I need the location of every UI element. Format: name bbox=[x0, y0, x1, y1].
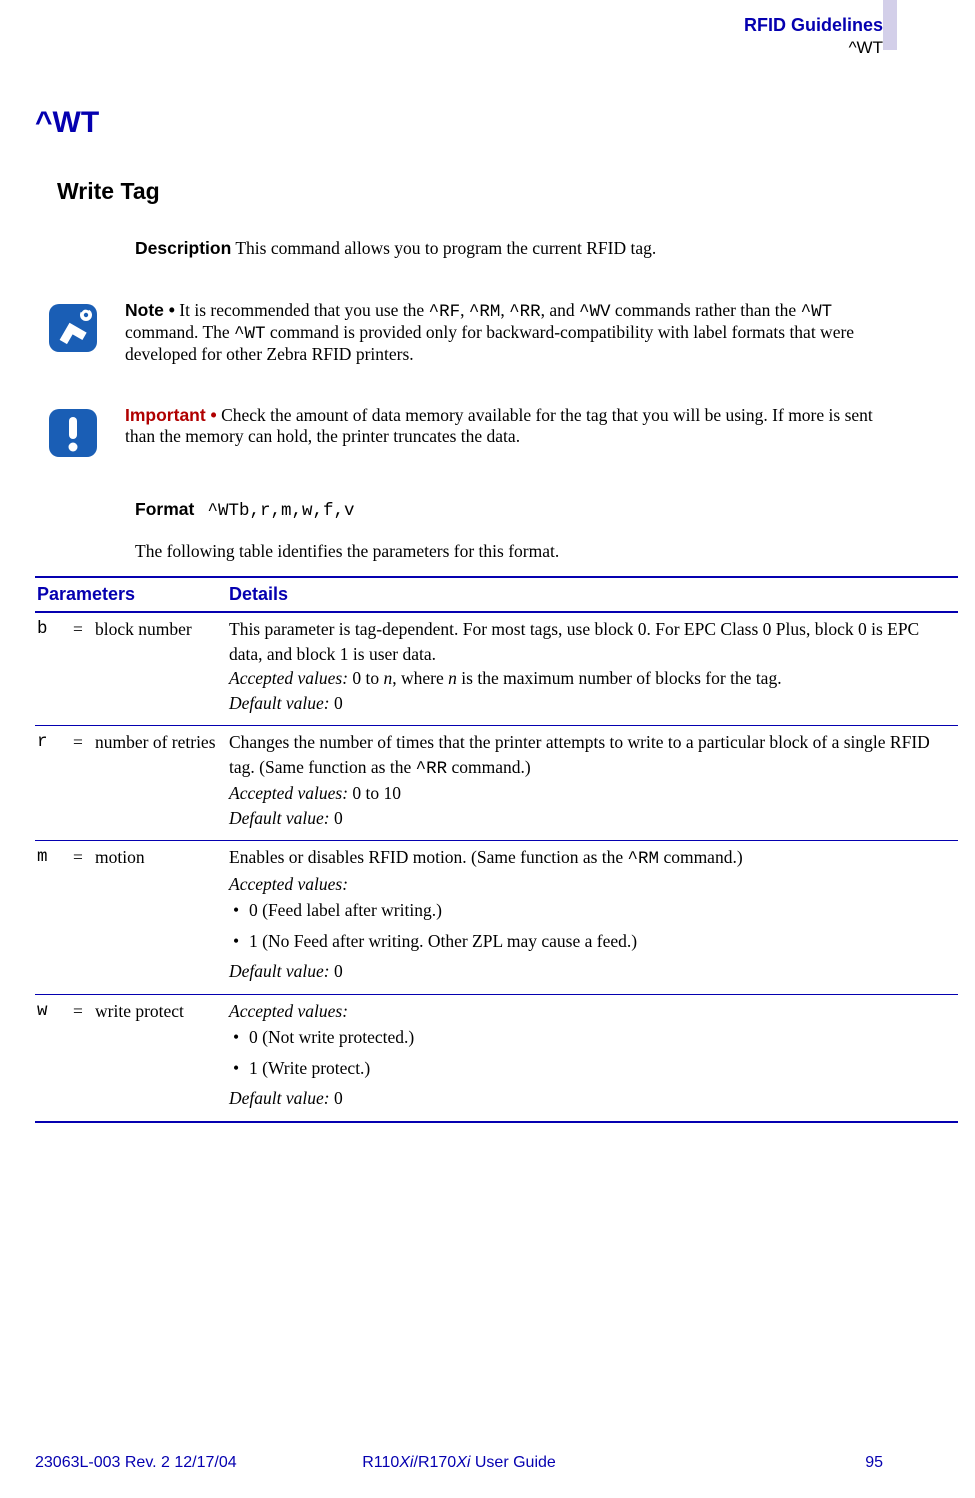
header-accent-bar bbox=[883, 0, 897, 50]
footer-page-number: 95 bbox=[865, 1454, 883, 1472]
header-section-title: RFID Guidelines bbox=[744, 15, 883, 37]
note-icon bbox=[47, 302, 99, 354]
important-text-block: Important • Check the amount of data mem… bbox=[125, 405, 883, 447]
table-row: m = motion Enables or disables RFID moti… bbox=[35, 841, 958, 995]
page-subtitle: Write Tag bbox=[57, 178, 883, 205]
description-label: Description bbox=[135, 238, 231, 258]
footer-left: 23063L-003 Rev. 2 12/17/04 bbox=[35, 1454, 237, 1472]
format-label: Format bbox=[135, 499, 194, 519]
header-command-name: ^WT bbox=[849, 38, 883, 57]
table-row: b = block number This parameter is tag-d… bbox=[35, 612, 958, 726]
note-text-block: Note • It is recommended that you use th… bbox=[125, 300, 883, 365]
format-code: ^WTb,r,m,w,f,v bbox=[207, 501, 354, 521]
description-text: This command allows you to program the c… bbox=[231, 238, 656, 258]
footer-center: R110Xi/R170Xi User Guide bbox=[362, 1454, 556, 1472]
table-row: w = write protect Accepted values: 0 (No… bbox=[35, 994, 958, 1122]
important-label: Important • bbox=[125, 405, 217, 425]
table-header-details: Details bbox=[227, 577, 958, 612]
table-header-parameters: Parameters bbox=[35, 577, 227, 612]
table-row: r = number of retries Changes the number… bbox=[35, 726, 958, 841]
important-icon bbox=[47, 407, 99, 459]
table-intro-text: The following table identifies the param… bbox=[135, 541, 883, 562]
note-label: Note • bbox=[125, 300, 175, 320]
parameters-table: Parameters Details b = block number This… bbox=[35, 576, 958, 1123]
page-title: ^WT bbox=[35, 106, 883, 140]
page-footer: 23063L-003 Rev. 2 12/17/04 R110Xi/R170Xi… bbox=[35, 1454, 883, 1472]
